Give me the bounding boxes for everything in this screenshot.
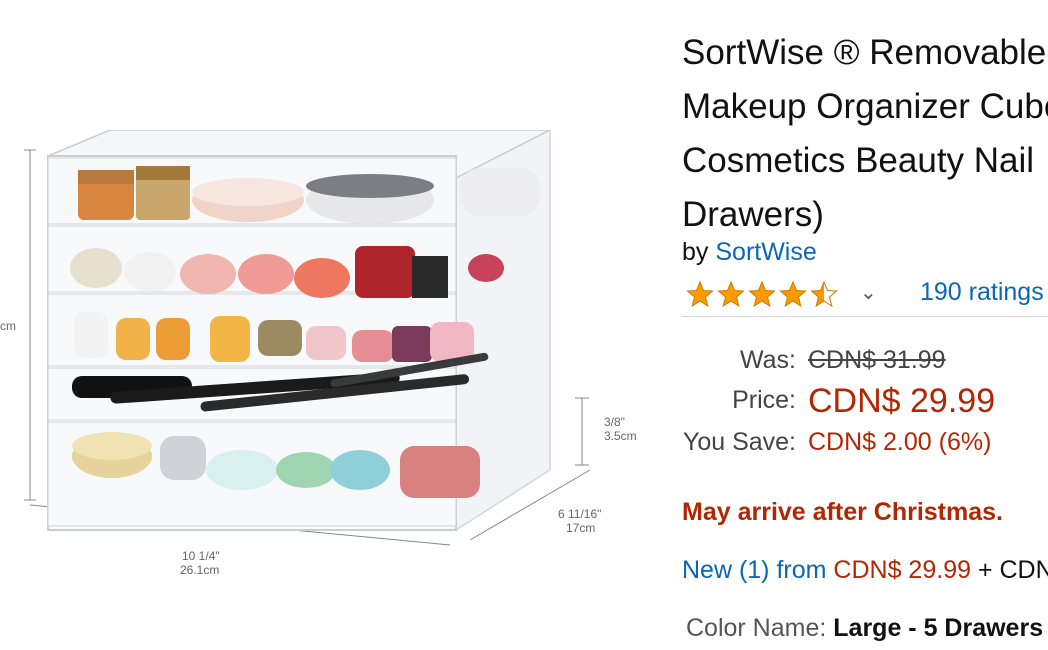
title-line-1: SortWise ® Removable xyxy=(682,33,1047,72)
star-icon xyxy=(780,281,806,307)
was-label: Was: xyxy=(739,346,796,374)
color-name-value: Large - 5 Drawers xyxy=(833,614,1044,642)
dim-left-label: cm xyxy=(0,319,16,333)
star-rating[interactable] xyxy=(686,278,846,310)
offer-shipping: + CDN xyxy=(977,556,1048,584)
title-line-4: Drawers) xyxy=(682,195,824,234)
half-star-icon xyxy=(811,281,837,307)
star-icon xyxy=(687,281,713,307)
price-label: Price: xyxy=(732,386,796,414)
dim-height-cm-label: 3.5cm xyxy=(604,429,637,443)
delivery-notice: May arrive after Christmas. xyxy=(682,498,1003,526)
product-image[interactable]: cm 3/8" 3.5cm 6 11/16" 17cm 10 1/4" 26.1… xyxy=(0,130,660,590)
dim-height-label: 3/8" xyxy=(604,415,625,429)
color-name-label: Color Name: xyxy=(686,614,827,642)
was-price: CDN$ 31.99 xyxy=(808,346,946,374)
product-title: SortWise ® Removable Makeup Organizer Cu… xyxy=(682,26,1048,242)
ratings-count-link[interactable]: 190 ratings xyxy=(920,278,1044,307)
divider xyxy=(682,316,1048,317)
dim-depth-cm-label: 17cm xyxy=(566,521,595,535)
star-icon xyxy=(718,281,744,307)
dim-depth-label: 6 11/16" xyxy=(558,507,601,521)
you-save-label: You Save: xyxy=(682,428,796,456)
chevron-down-icon[interactable]: ⌄ xyxy=(860,280,877,305)
star-icon xyxy=(749,281,775,307)
new-offers-link[interactable]: New (1) from xyxy=(682,556,826,584)
by-prefix: by xyxy=(682,238,709,266)
brand-link[interactable]: SortWise xyxy=(715,238,816,266)
dim-width-cm-label: 26.1cm xyxy=(180,563,219,577)
offers-row: New (1) from CDN$ 29.99 + CDN xyxy=(682,556,1048,585)
title-line-3: Cosmetics Beauty Nail xyxy=(682,141,1035,180)
savings-amount: CDN$ 2.00 (6%) xyxy=(808,428,992,456)
color-selector: Color Name: Large - 5 Drawers xyxy=(686,614,1043,643)
byline: by SortWise xyxy=(682,238,817,267)
title-line-2: Makeup Organizer Cube xyxy=(682,87,1048,126)
current-price: CDN$ 29.99 xyxy=(808,382,996,420)
dim-width-label: 10 1/4" xyxy=(182,549,220,563)
offer-price: CDN$ 29.99 xyxy=(833,556,971,584)
